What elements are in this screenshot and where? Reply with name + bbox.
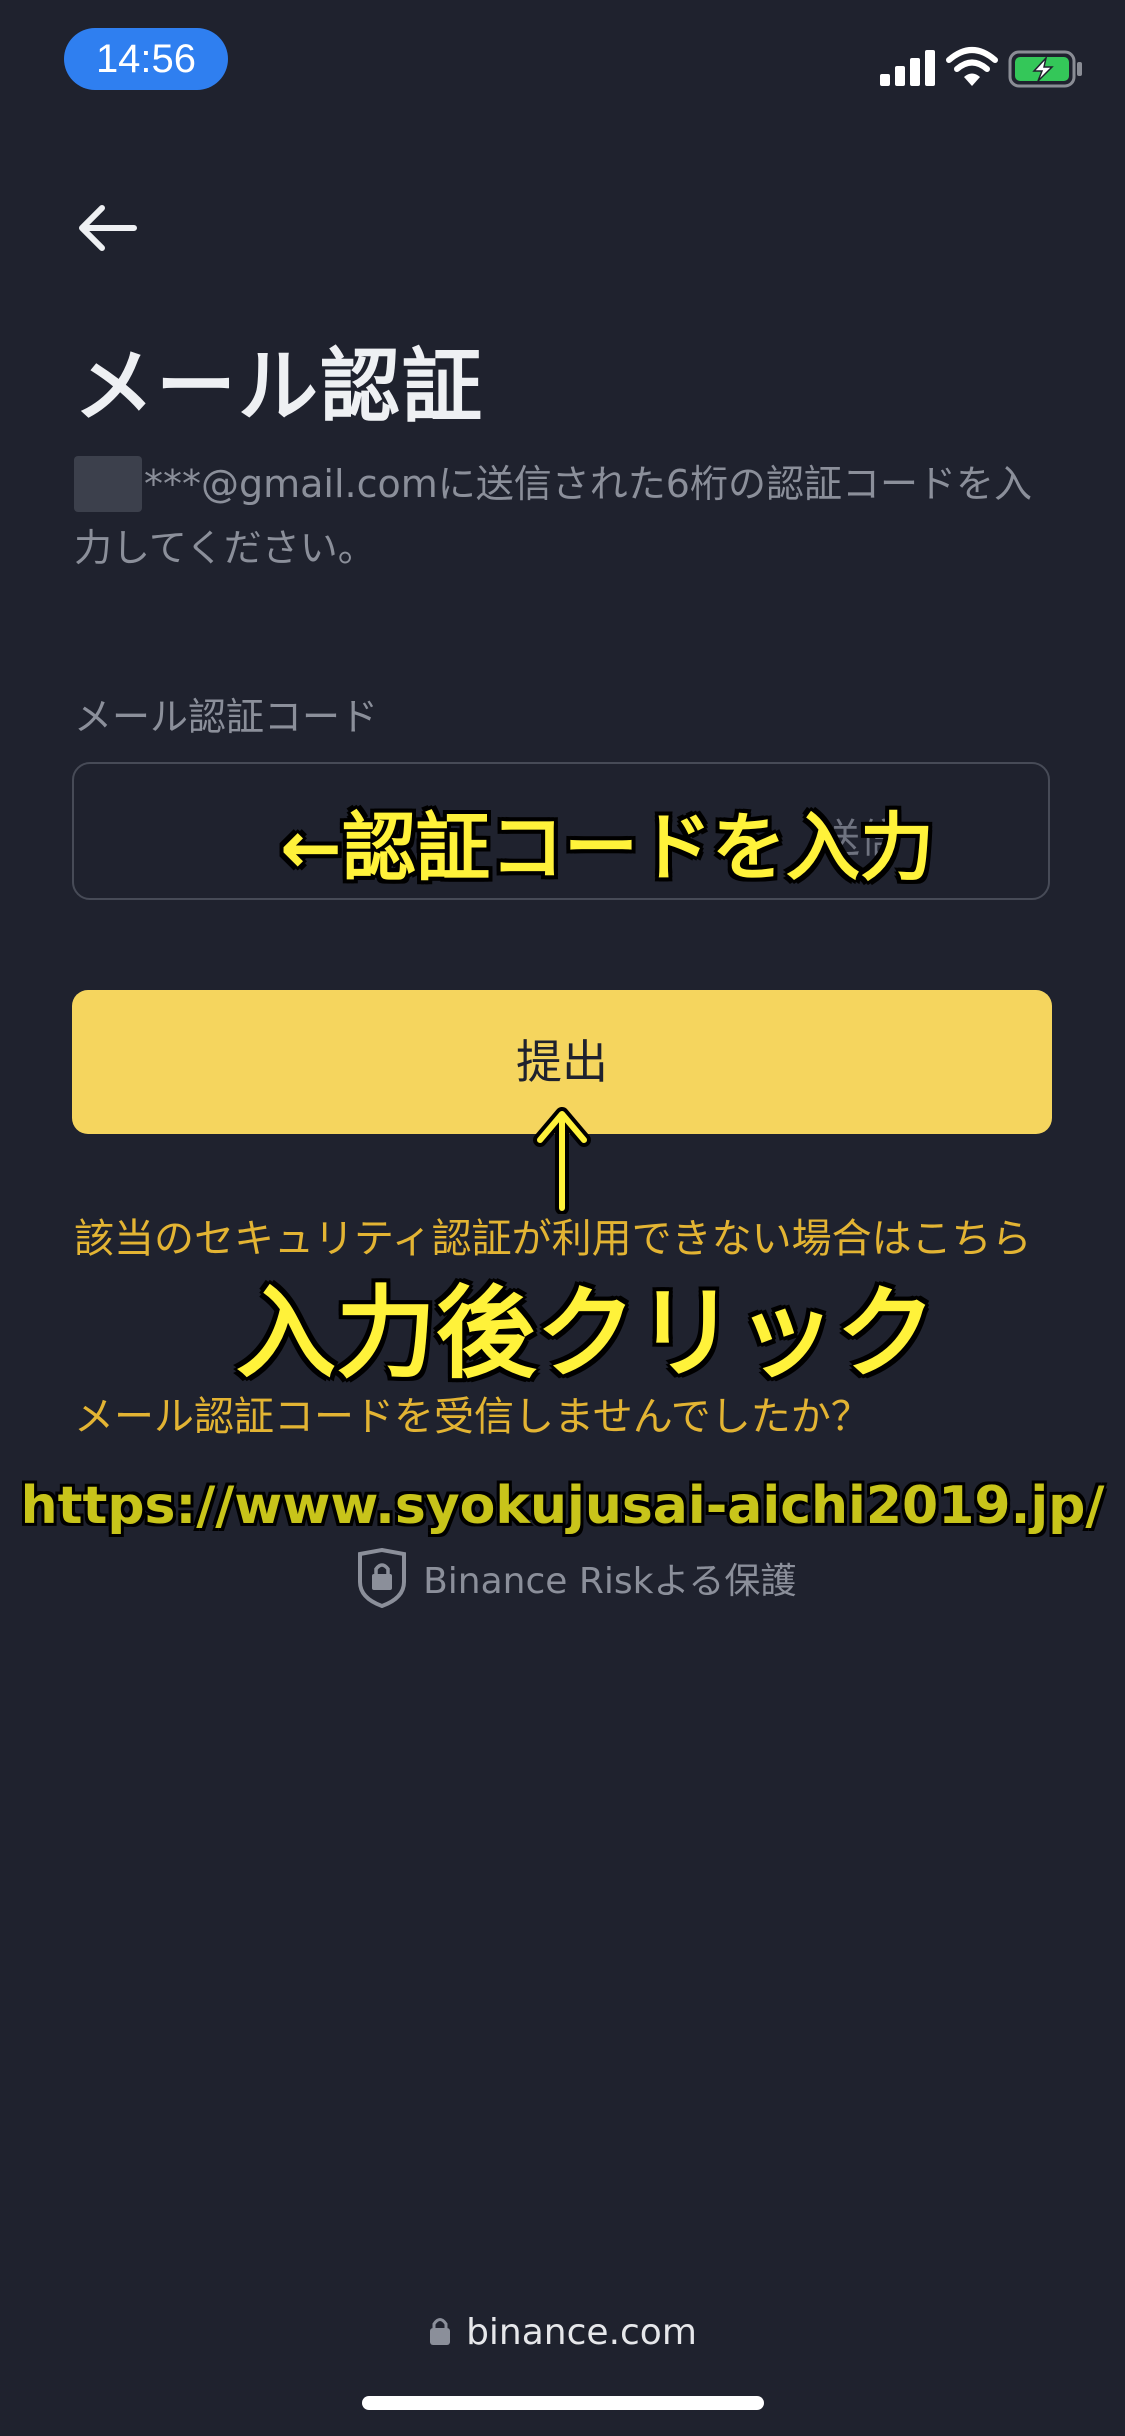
home-indicator [362,2396,764,2410]
annotation-arrow-up-icon [533,1107,591,1214]
page-title: メール認証 [74,340,484,433]
back-arrow-icon[interactable] [72,198,142,258]
wifi-icon [946,47,998,86]
url-text: binance.com [466,2312,697,2353]
lock-icon [430,2318,451,2345]
instruction-body: ***@gmail.comに送信された6桁の認証コードを入力してください。 [74,462,1032,570]
status-time: 14:56 [64,28,228,90]
protection-badge: Binance Riskよる保護 [356,1548,796,1608]
protection-text: Binance Riskよる保護 [423,1561,797,1602]
instruction-text: ***@gmail.comに送信された6桁の認証コードを入力してください。 [74,452,1034,580]
annotation-click-hint: 入力後クリック [236,1275,936,1392]
code-field-label: メール認証コード [74,695,379,739]
watermark-url: https://www.syokujusai-aichi2019.jp/ [20,1476,1105,1536]
battery-charging-icon [1008,50,1082,88]
annotation-input-hint: ←認証コードを入力 [280,805,935,891]
browser-url-bar[interactable]: binance.com [0,2312,1125,2353]
shield-lock-icon [358,1548,406,1608]
signal-icon [880,50,936,86]
